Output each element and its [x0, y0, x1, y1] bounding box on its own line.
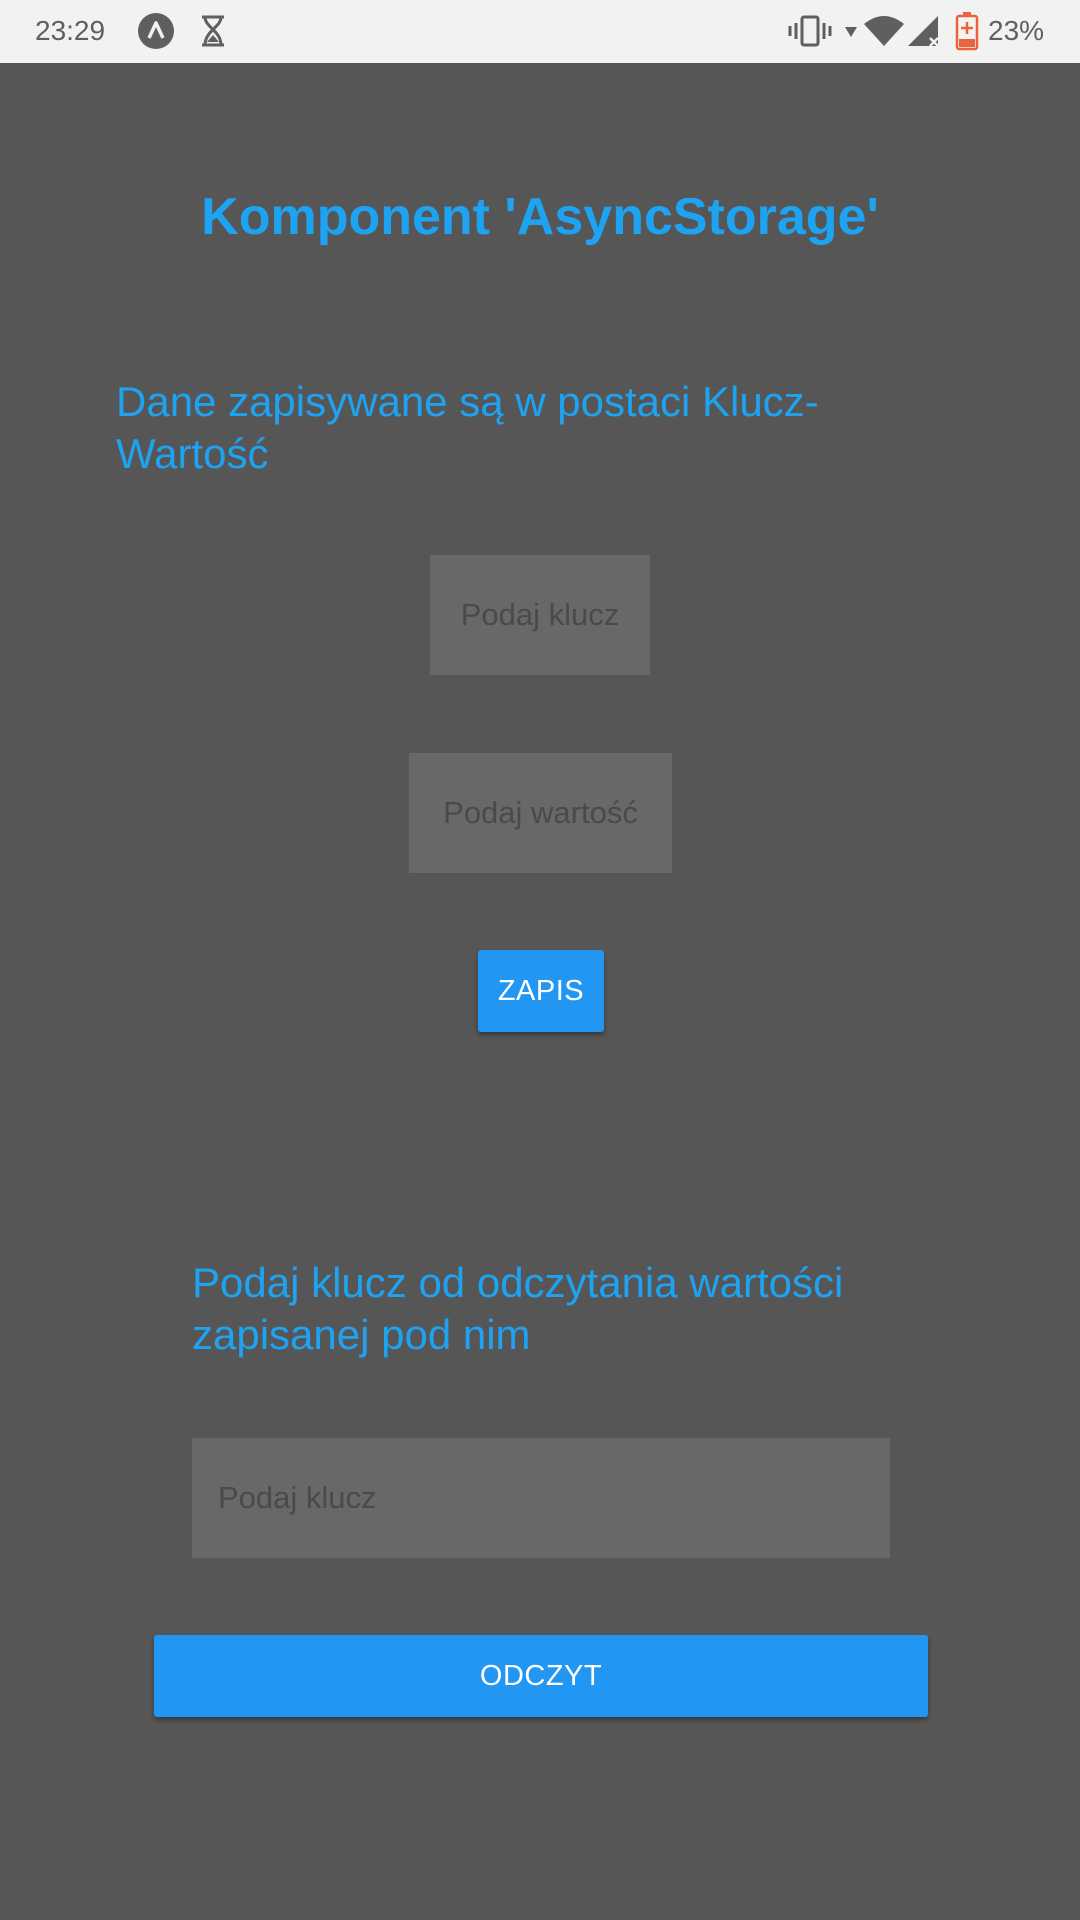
save-key-input[interactable]	[430, 555, 650, 675]
battery-icon	[955, 12, 979, 51]
status-time: 23:29	[35, 15, 106, 46]
signal-icon	[908, 16, 939, 47]
read-button[interactable]: ODCZYT	[154, 1635, 928, 1717]
save-button[interactable]: ZAPIS	[478, 950, 604, 1032]
read-key-input[interactable]	[192, 1438, 890, 1558]
hourglass-icon	[202, 15, 224, 47]
save-value-input[interactable]	[409, 753, 672, 873]
page-title: Komponent 'AsyncStorage'	[201, 188, 879, 246]
save-section-heading: Dane zapisywane są w postaci Klucz-Warto…	[116, 378, 819, 477]
read-section-heading: Podaj klucz od odczytania wartości zapis…	[192, 1259, 844, 1358]
status-bar: 23:29 23%	[0, 0, 1080, 63]
vibrate-icon	[788, 15, 832, 47]
app-content: Komponent 'AsyncStorage' Dane zapisywane…	[0, 63, 1080, 1920]
app-icon	[138, 13, 174, 49]
battery-percent: 23%	[988, 15, 1045, 46]
wifi-icon	[864, 16, 904, 46]
dropdown-icon	[845, 27, 857, 37]
